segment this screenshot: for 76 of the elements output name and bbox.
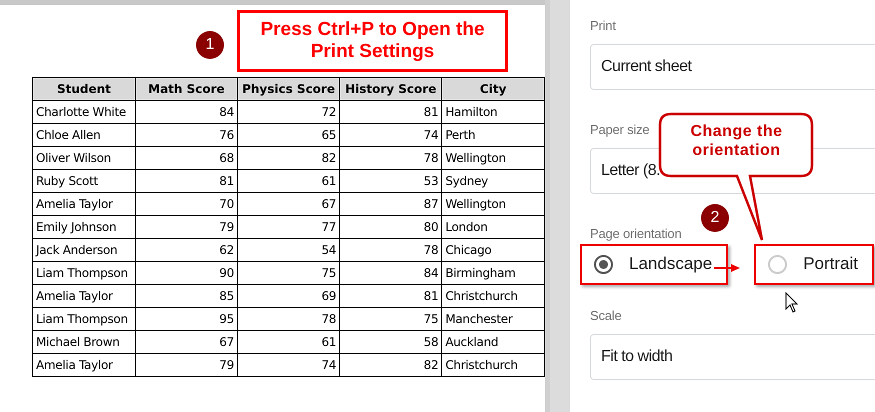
table-cell: 84 <box>340 262 442 284</box>
column-header: Math Score <box>135 78 238 100</box>
table-cell: 79 <box>135 354 238 376</box>
table-cell: 87 <box>340 192 442 216</box>
table-cell: 67 <box>135 330 238 354</box>
table-cell: 53 <box>340 170 442 192</box>
table-cell: 78 <box>340 238 442 262</box>
table-cell: 81 <box>340 100 442 124</box>
print-label: Print <box>590 18 616 35</box>
orientation-option[interactable]: Portrait <box>754 244 874 285</box>
step-badge: 2 <box>701 204 729 232</box>
table-cell: 61 <box>237 330 340 354</box>
table-cell: Amelia Taylor <box>32 354 136 376</box>
print-dropdown[interactable]: Current sheet <box>590 44 875 90</box>
table-cell: Perth <box>442 124 544 146</box>
table-cell: 82 <box>237 146 340 170</box>
paper-size-label: Paper size <box>590 122 650 139</box>
table-cell: 65 <box>237 124 340 146</box>
table-cell: 70 <box>135 192 238 216</box>
table-cell: Christchurch <box>442 354 544 376</box>
table-cell: 61 <box>237 170 340 192</box>
column-header: History Score <box>340 78 442 100</box>
table-cell: London <box>442 216 544 238</box>
table-cell: 85 <box>135 284 238 308</box>
table-cell: Sydney <box>442 170 544 192</box>
table-cell: Manchester <box>442 308 544 330</box>
table-cell: Auckland <box>442 330 544 354</box>
table-cell: Wellington <box>442 146 544 170</box>
table-cell: 74 <box>237 354 340 376</box>
table-cell: 76 <box>135 124 238 146</box>
table-cell: Chloe Allen <box>32 124 136 146</box>
table-cell: Charlotte White <box>32 100 136 124</box>
table-cell: Wellington <box>442 192 544 216</box>
instruction-text: Press Ctrl+P to Open the Print Settings <box>237 10 508 72</box>
table-cell: Liam Thompson <box>32 308 136 330</box>
table-cell: Christchurch <box>442 284 544 308</box>
table-cell: 72 <box>237 100 340 124</box>
table-cell: 78 <box>237 308 340 330</box>
table-cell: Ruby Scott <box>32 170 136 192</box>
table-cell: Chicago <box>442 238 544 262</box>
table-cell: Birmingham <box>442 262 544 284</box>
table-cell: 58 <box>340 330 442 354</box>
column-header: Student <box>32 78 136 100</box>
table-cell: Hamilton <box>442 100 544 124</box>
table-cell: Amelia Taylor <box>32 284 136 308</box>
scale-label: Scale <box>590 308 622 325</box>
table-cell: 75 <box>340 308 442 330</box>
table-cell: 67 <box>237 192 340 216</box>
table-cell: Oliver Wilson <box>32 146 136 170</box>
table-cell: 90 <box>135 262 238 284</box>
table-cell: 80 <box>340 216 442 238</box>
table-cell: Liam Thompson <box>32 262 136 284</box>
table-cell: 81 <box>340 284 442 308</box>
table-cell: 95 <box>135 308 238 330</box>
column-header: City <box>442 78 544 100</box>
table-cell: 78 <box>340 146 442 170</box>
table-cell: 54 <box>237 238 340 262</box>
table-cell: 74 <box>340 124 442 146</box>
table-cell: Amelia Taylor <box>32 192 136 216</box>
table-cell: 79 <box>135 216 238 238</box>
table-cell: 69 <box>237 284 340 308</box>
table-cell: 84 <box>135 100 238 124</box>
table-cell: 82 <box>340 354 442 376</box>
table-cell: Jack Anderson <box>32 238 136 262</box>
step-badge: 1 <box>196 31 224 59</box>
orientation-option[interactable]: Landscape <box>580 244 728 285</box>
scale-dropdown[interactable]: Fit to width <box>590 334 875 380</box>
column-header: Physics Score <box>237 78 340 100</box>
table-cell: 81 <box>135 170 238 192</box>
table-cell: Emily Johnson <box>32 216 136 238</box>
page-orientation-label: Page orientation <box>590 226 682 244</box>
table-cell: 62 <box>135 238 238 262</box>
table-cell: 75 <box>237 262 340 284</box>
table-cell: 68 <box>135 146 238 170</box>
table-cell: 77 <box>237 216 340 238</box>
table-cell: Michael Brown <box>32 330 136 354</box>
